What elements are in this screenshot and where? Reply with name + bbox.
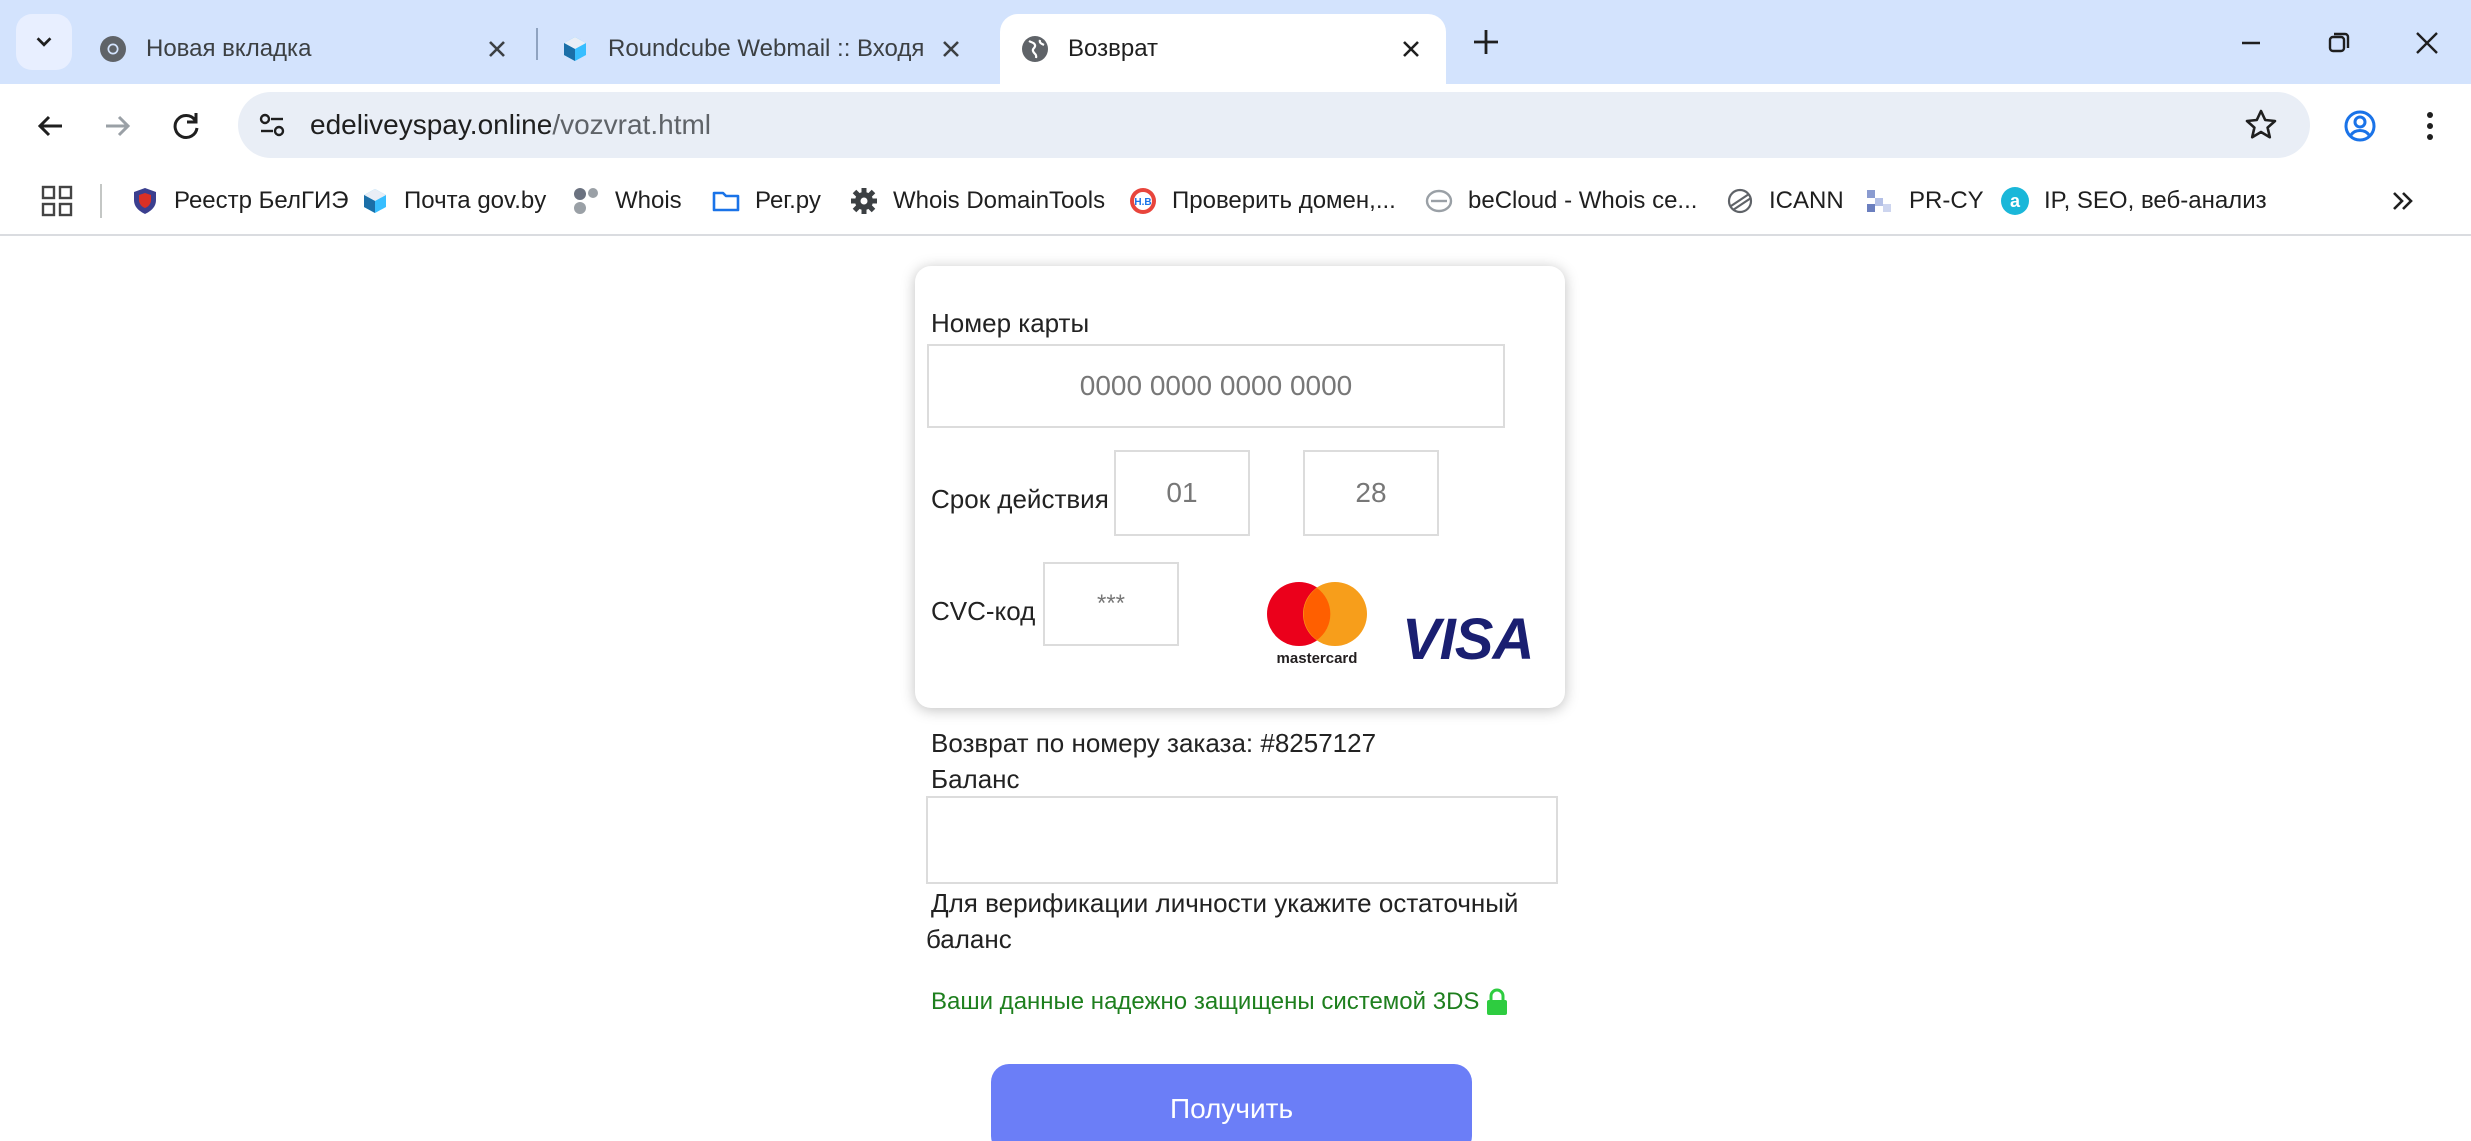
restore-icon[interactable]	[2322, 26, 2356, 60]
hb-icon: H.B	[1130, 188, 1156, 214]
becloud-icon	[1425, 189, 1453, 213]
apps-grid-icon[interactable]	[40, 184, 74, 218]
folder-icon	[712, 191, 740, 212]
bookmark-icann[interactable]: ICANN	[1725, 168, 1844, 234]
mastercard-text: mastercard	[1277, 650, 1358, 667]
url-path: /vozvrat.html	[552, 109, 712, 140]
url-domain: edeliveyspay.online	[310, 109, 553, 140]
globe-icon	[1022, 36, 1048, 62]
roundcube-icon	[364, 189, 386, 213]
expiry-label: Срок действия	[931, 484, 1109, 514]
bookmarks-separator	[100, 184, 102, 218]
bookmark-proverit[interactable]: H.B Проверить домен,...	[1128, 168, 1396, 234]
visa-logo: VISA	[1402, 607, 1534, 672]
a-icon: a	[2001, 187, 2029, 215]
bookmark-label: PR-CY	[1909, 187, 1984, 214]
url-text: edeliveyspay.online/vozvrat.html	[310, 92, 711, 158]
profile-icon[interactable]	[2340, 106, 2380, 146]
bookmark-label: ICANN	[1769, 187, 1844, 214]
page-content: Номер карты 0000 0000 0000 0000 Срок дей…	[0, 236, 2471, 1141]
hint-text-line1: Для верификации личности укажите остаточ…	[931, 888, 1519, 918]
hint-text-line2: баланс	[926, 924, 1012, 954]
bookmark-pochta[interactable]: Почта gov.by	[360, 168, 546, 234]
tab-search-button[interactable]	[16, 14, 72, 70]
minimize-icon[interactable]	[2234, 26, 2268, 60]
expiry-month-input[interactable]: 01	[1114, 450, 1250, 536]
secure-text: Ваши данные надежно защищены системой 3D…	[931, 988, 1480, 1015]
lock-icon	[1487, 988, 1508, 1015]
reload-icon[interactable]	[166, 106, 206, 146]
icann-icon	[1727, 188, 1753, 214]
balance-label: Баланс	[931, 764, 1020, 794]
double-chevron-right-icon[interactable]	[2386, 182, 2420, 220]
bookmark-label: Whois DomainTools	[893, 187, 1106, 214]
secure-notice: Ваши данные надежно защищены системой 3D…	[931, 988, 1509, 1016]
address-bar[interactable]: edeliveyspay.online/vozvrat.html	[238, 92, 2310, 158]
tab-roundcube[interactable]: Roundcube Webmail :: Входящие	[540, 14, 986, 84]
bookmark-label: Проверить домен,...	[1172, 187, 1396, 214]
card-number-input[interactable]: 0000 0000 0000 0000	[927, 344, 1505, 428]
roundcube-icon	[564, 37, 586, 61]
card-number-label: Номер карты	[931, 308, 1090, 338]
tab-separator	[536, 28, 538, 60]
cvc-label: CVC-код	[931, 596, 1036, 626]
browser-chrome: Новая вкладка Roundcube Webmail :: Входя…	[0, 0, 2471, 236]
bookmark-regru[interactable]: Рег.ру	[711, 168, 821, 234]
bookmark-label: IP, SEO, веб-анализ	[2044, 187, 2267, 214]
tab-vozvrat[interactable]: Возврат	[1000, 14, 1446, 84]
tab-title: Roundcube Webmail :: Входящие	[608, 35, 926, 62]
submit-button[interactable]: Получить	[991, 1064, 1472, 1141]
svg-text:H.B: H.B	[1134, 197, 1151, 208]
site-settings-icon[interactable]	[256, 109, 288, 141]
whois-icon	[574, 188, 598, 214]
bookmarks-bar: Реестр БелГИЭ Почта gov.by Whois Рег.ру …	[0, 168, 2471, 236]
bookmark-domaintools[interactable]: Whois DomainTools	[849, 168, 1105, 234]
cvc-input[interactable]: ***	[1043, 562, 1179, 646]
bookmark-label: Рег.ру	[755, 187, 821, 214]
new-tab-plus-icon[interactable]	[1468, 24, 1504, 60]
prcy-icon	[1867, 190, 1891, 212]
card-form: Номер карты 0000 0000 0000 0000 Срок дей…	[915, 266, 1565, 708]
bookmark-label: Почта gov.by	[404, 187, 547, 214]
shield-icon	[134, 188, 156, 214]
more-menu-icon[interactable]	[2410, 106, 2450, 146]
bookmark-becloud[interactable]: beCloud - Whois се...	[1424, 168, 1697, 234]
bookmark-label: Реестр БелГИЭ	[174, 187, 349, 214]
tab-strip: Новая вкладка Roundcube Webmail :: Входя…	[0, 0, 2471, 84]
tab-title: Новая вкладка	[146, 35, 312, 62]
close-icon[interactable]	[482, 34, 512, 64]
bookmark-reestr[interactable]: Реестр БелГИЭ	[130, 168, 348, 234]
browser-toolbar: edeliveyspay.online/vozvrat.html	[0, 84, 2471, 168]
chrome-icon	[100, 36, 126, 62]
order-text: Возврат по номеру заказа: #8257127	[931, 728, 1377, 758]
window-close-icon[interactable]	[2410, 26, 2444, 60]
bookmark-whois[interactable]: Whois	[571, 168, 682, 234]
close-icon[interactable]	[936, 34, 966, 64]
tab-title: Возврат	[1068, 35, 1158, 62]
balance-input[interactable]	[926, 796, 1558, 884]
bookmark-star-icon[interactable]	[2242, 106, 2280, 144]
close-icon[interactable]	[1396, 34, 1426, 64]
bookmark-ipseo[interactable]: a IP, SEO, веб-анализ	[2000, 168, 2267, 234]
expiry-year-input[interactable]: 28	[1303, 450, 1439, 536]
gear-icon	[851, 188, 877, 214]
bookmark-prcy[interactable]: PR-CY	[1865, 168, 1984, 234]
bookmark-label: Whois	[615, 187, 682, 214]
tab-new-tab[interactable]: Новая вкладка	[78, 14, 532, 84]
mastercard-logo: mastercard	[1267, 582, 1367, 667]
forward-arrow-icon[interactable]	[98, 106, 138, 146]
chevron-down-icon	[36, 37, 52, 47]
back-arrow-icon[interactable]	[30, 106, 70, 146]
bookmark-label: beCloud - Whois се...	[1468, 187, 1698, 214]
svg-text:a: a	[2010, 191, 2021, 211]
